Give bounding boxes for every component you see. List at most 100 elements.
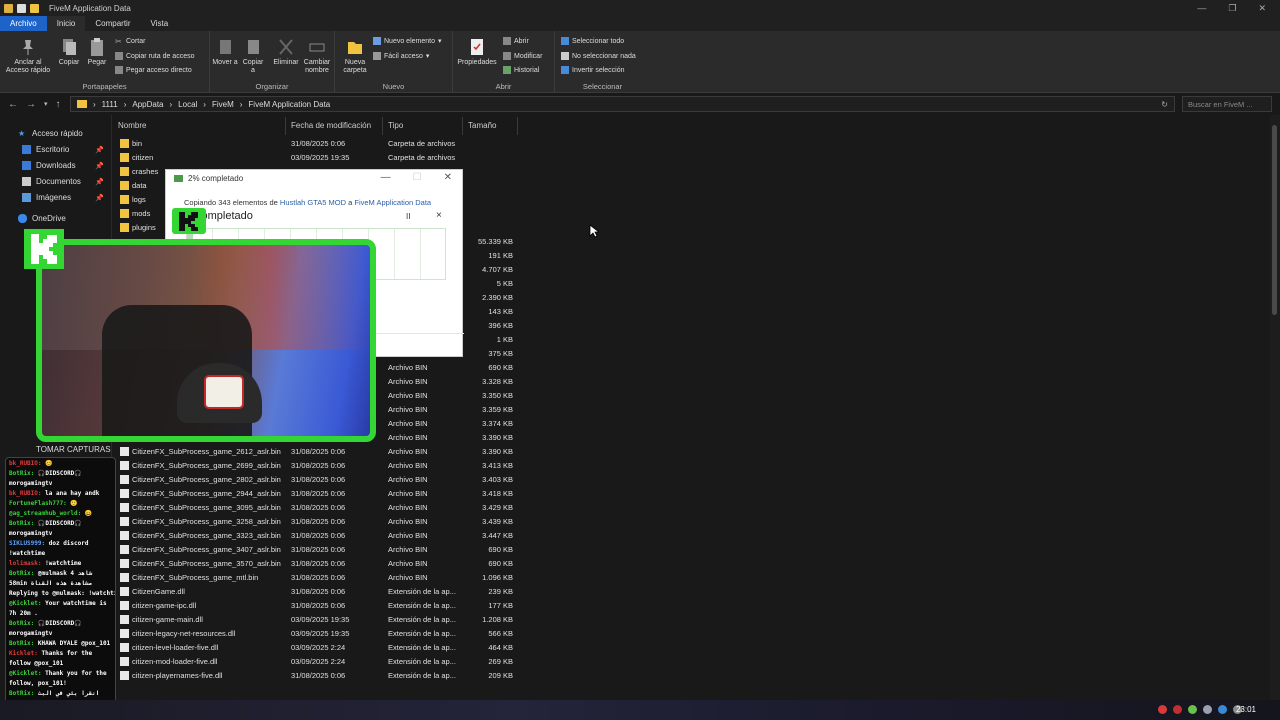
back-arrow-icon[interactable]: ← bbox=[8, 99, 18, 110]
file-row[interactable]: citizen-game-ipc.dll 31/08/2025 0:06 Exten… bbox=[113, 599, 513, 613]
chat-username[interactable]: BotRix: bbox=[9, 640, 34, 647]
file-row[interactable]: CitizenFX_SubProcess_game_3095_aslr.bin 3… bbox=[113, 501, 513, 515]
nav-quick-access[interactable]: ★ Acceso rápido bbox=[18, 129, 83, 138]
new-folder-quick-icon[interactable] bbox=[30, 3, 39, 13]
breadcrumb-appdata[interactable]: AppData bbox=[132, 100, 163, 109]
chat-username[interactable]: FortuneFlash777: bbox=[9, 500, 67, 507]
tab-inicio[interactable]: Inicio bbox=[46, 16, 86, 31]
new-folder-button[interactable]: Nueva carpeta bbox=[339, 37, 371, 75]
pin-icon[interactable]: 📌 bbox=[95, 178, 104, 186]
chat-username[interactable]: BotRix: bbox=[9, 470, 34, 477]
refresh-icon[interactable]: ↻ bbox=[1161, 100, 1168, 109]
pin-icon[interactable]: 📌 bbox=[95, 146, 104, 154]
chat-username[interactable]: Kicklet: bbox=[9, 650, 38, 657]
column-type[interactable]: Tipo bbox=[388, 121, 403, 130]
dialog-close-button[interactable]: ✕ bbox=[444, 172, 452, 183]
chat-username[interactable]: BotRix: bbox=[9, 520, 34, 527]
file-row[interactable]: citizen-game-main.dll 03/09/2025 19:35 Ext… bbox=[113, 613, 513, 627]
network-icon[interactable] bbox=[1218, 705, 1227, 714]
clock[interactable]: 23:01 bbox=[1236, 705, 1256, 714]
file-row[interactable]: citizen-level-loader-five.dll 03/09/2025 … bbox=[113, 641, 513, 655]
file-row[interactable]: CitizenFX_SubProcess_game_3323_aslr.bin 3… bbox=[113, 529, 513, 543]
column-date[interactable]: Fecha de modificación bbox=[291, 121, 371, 130]
record-icon[interactable] bbox=[1158, 705, 1167, 714]
breadcrumb-local[interactable]: Local bbox=[178, 100, 197, 109]
invert-selection-button[interactable]: Invertir selección bbox=[561, 66, 625, 74]
chat-username[interactable]: lolimask: bbox=[9, 560, 42, 567]
chat-username[interactable]: @Kicklet: bbox=[9, 600, 42, 607]
nav-imagenes[interactable]: Imágenes bbox=[22, 193, 71, 202]
column-divider[interactable] bbox=[517, 117, 518, 135]
delete-button[interactable]: Eliminar bbox=[270, 37, 302, 67]
search-input[interactable]: Buscar en FiveM ... bbox=[1182, 96, 1272, 112]
cancel-button[interactable]: × bbox=[436, 210, 442, 221]
column-size[interactable]: Tamaño bbox=[468, 121, 496, 130]
close-window-button[interactable]: ✕ bbox=[1258, 3, 1266, 14]
scroll-thumb[interactable] bbox=[1272, 125, 1277, 315]
minimize-button[interactable]: — bbox=[1197, 3, 1206, 14]
chat-username[interactable]: bk_RUBIO: bbox=[9, 490, 42, 497]
pin-quick-access-button[interactable]: Anclar al Acceso rápido bbox=[4, 37, 52, 75]
edit-button[interactable]: Modificar bbox=[503, 52, 542, 60]
chat-username[interactable]: @Kicklet: bbox=[9, 670, 42, 677]
recent-dropdown-icon[interactable]: ▾ bbox=[44, 100, 48, 108]
maximize-button[interactable]: ❐ bbox=[1228, 3, 1236, 14]
pin-icon[interactable]: 📌 bbox=[95, 194, 104, 202]
history-button[interactable]: Historial bbox=[503, 66, 539, 74]
nav-onedrive[interactable]: OneDrive bbox=[18, 214, 66, 223]
file-row[interactable]: CitizenFX_SubProcess_game_2612_aslr.bin 3… bbox=[113, 445, 513, 459]
dialog-maximize-button[interactable]: ☐ bbox=[413, 172, 422, 183]
properties-quick-icon[interactable] bbox=[17, 3, 26, 13]
file-row[interactable]: CitizenGame.dll 31/08/2025 0:06 Extensión … bbox=[113, 585, 513, 599]
file-row[interactable]: citizen-legacy-net-resources.dll 03/09/20… bbox=[113, 627, 513, 641]
folder-row[interactable]: bin 31/08/2025 0:06 Carpeta de archivos bbox=[113, 137, 513, 151]
paste-shortcut-button[interactable]: Pegar acceso directo bbox=[115, 66, 192, 74]
folder-row[interactable]: citizen 03/09/2025 19:35 Carpeta de archiv… bbox=[113, 151, 513, 165]
file-row[interactable]: CitizenFX_SubProcess_game_3258_aslr.bin 3… bbox=[113, 515, 513, 529]
pin-icon[interactable]: 📌 bbox=[95, 162, 104, 170]
chat-username[interactable]: BotRix: bbox=[9, 690, 34, 697]
nav-documentos[interactable]: Documentos bbox=[22, 177, 81, 186]
column-divider[interactable] bbox=[462, 117, 463, 135]
tab-vista[interactable]: Vista bbox=[141, 16, 179, 31]
file-row[interactable]: CitizenFX_SubProcess_game_mtl.bin 31/08/2… bbox=[113, 571, 513, 585]
steam-icon[interactable] bbox=[1203, 705, 1212, 714]
column-divider[interactable] bbox=[285, 117, 286, 135]
column-name[interactable]: Nombre bbox=[118, 121, 146, 130]
paste-button[interactable]: Pegar bbox=[84, 37, 110, 67]
file-row[interactable]: citizen-playernames-five.dll 31/08/2025 0… bbox=[113, 669, 513, 683]
cut-button[interactable]: ✂ Cortar bbox=[115, 37, 145, 46]
nav-downloads[interactable]: Downloads bbox=[22, 161, 76, 170]
breadcrumb-1111[interactable]: 1111 bbox=[102, 100, 118, 109]
chat-username[interactable]: bk_RUBIO: bbox=[9, 460, 42, 467]
file-row[interactable]: CitizenFX_SubProcess_game_2802_aslr.bin 3… bbox=[113, 473, 513, 487]
destination-link[interactable]: FiveM Application Data bbox=[354, 198, 431, 207]
address-input[interactable]: › 1111 › AppData › Local › FiveM › FiveM App… bbox=[70, 96, 1175, 112]
copy-to-button[interactable]: Copiar a bbox=[240, 37, 266, 75]
tab-compartir[interactable]: Compartir bbox=[85, 16, 140, 31]
chat-username[interactable]: BotRix: bbox=[9, 620, 34, 627]
select-all-button[interactable]: Seleccionar todo bbox=[561, 37, 624, 45]
pause-button[interactable]: II bbox=[406, 212, 410, 221]
file-row[interactable]: CitizenFX_SubProcess_game_3570_aslr.bin 3… bbox=[113, 557, 513, 571]
nav-capturas[interactable]: TOMAR CAPTURAS bbox=[36, 445, 111, 454]
vertical-scrollbar[interactable] bbox=[1270, 115, 1280, 705]
file-row[interactable]: CitizenFX_SubProcess_game_2699_aslr.bin 3… bbox=[113, 459, 513, 473]
dialog-minimize-button[interactable]: — bbox=[381, 172, 391, 183]
nav-escritorio[interactable]: Escritorio bbox=[22, 145, 69, 154]
move-to-button[interactable]: Mover a bbox=[212, 37, 238, 67]
tab-archivo[interactable]: Archivo bbox=[0, 16, 47, 31]
nvidia-icon[interactable] bbox=[1188, 705, 1197, 714]
breadcrumb-fivem-app-data[interactable]: FiveM Application Data bbox=[248, 100, 330, 109]
app-tray-icon[interactable] bbox=[1173, 705, 1182, 714]
new-item-button[interactable]: Nuevo elemento ▾ bbox=[373, 37, 442, 45]
properties-button[interactable]: Propiedades bbox=[455, 37, 499, 67]
forward-arrow-icon[interactable]: → bbox=[26, 99, 36, 110]
copy-button[interactable]: Copiar bbox=[56, 37, 82, 67]
column-divider[interactable] bbox=[382, 117, 383, 135]
copy-path-button[interactable]: Copiar ruta de acceso bbox=[115, 52, 194, 60]
up-arrow-icon[interactable]: ↑ bbox=[56, 99, 61, 110]
source-link[interactable]: Hustlah GTA5 MOD bbox=[280, 198, 346, 207]
chat-username[interactable]: SIKLUS999: bbox=[9, 540, 45, 547]
file-row[interactable]: CitizenFX_SubProcess_game_3407_aslr.bin 3… bbox=[113, 543, 513, 557]
